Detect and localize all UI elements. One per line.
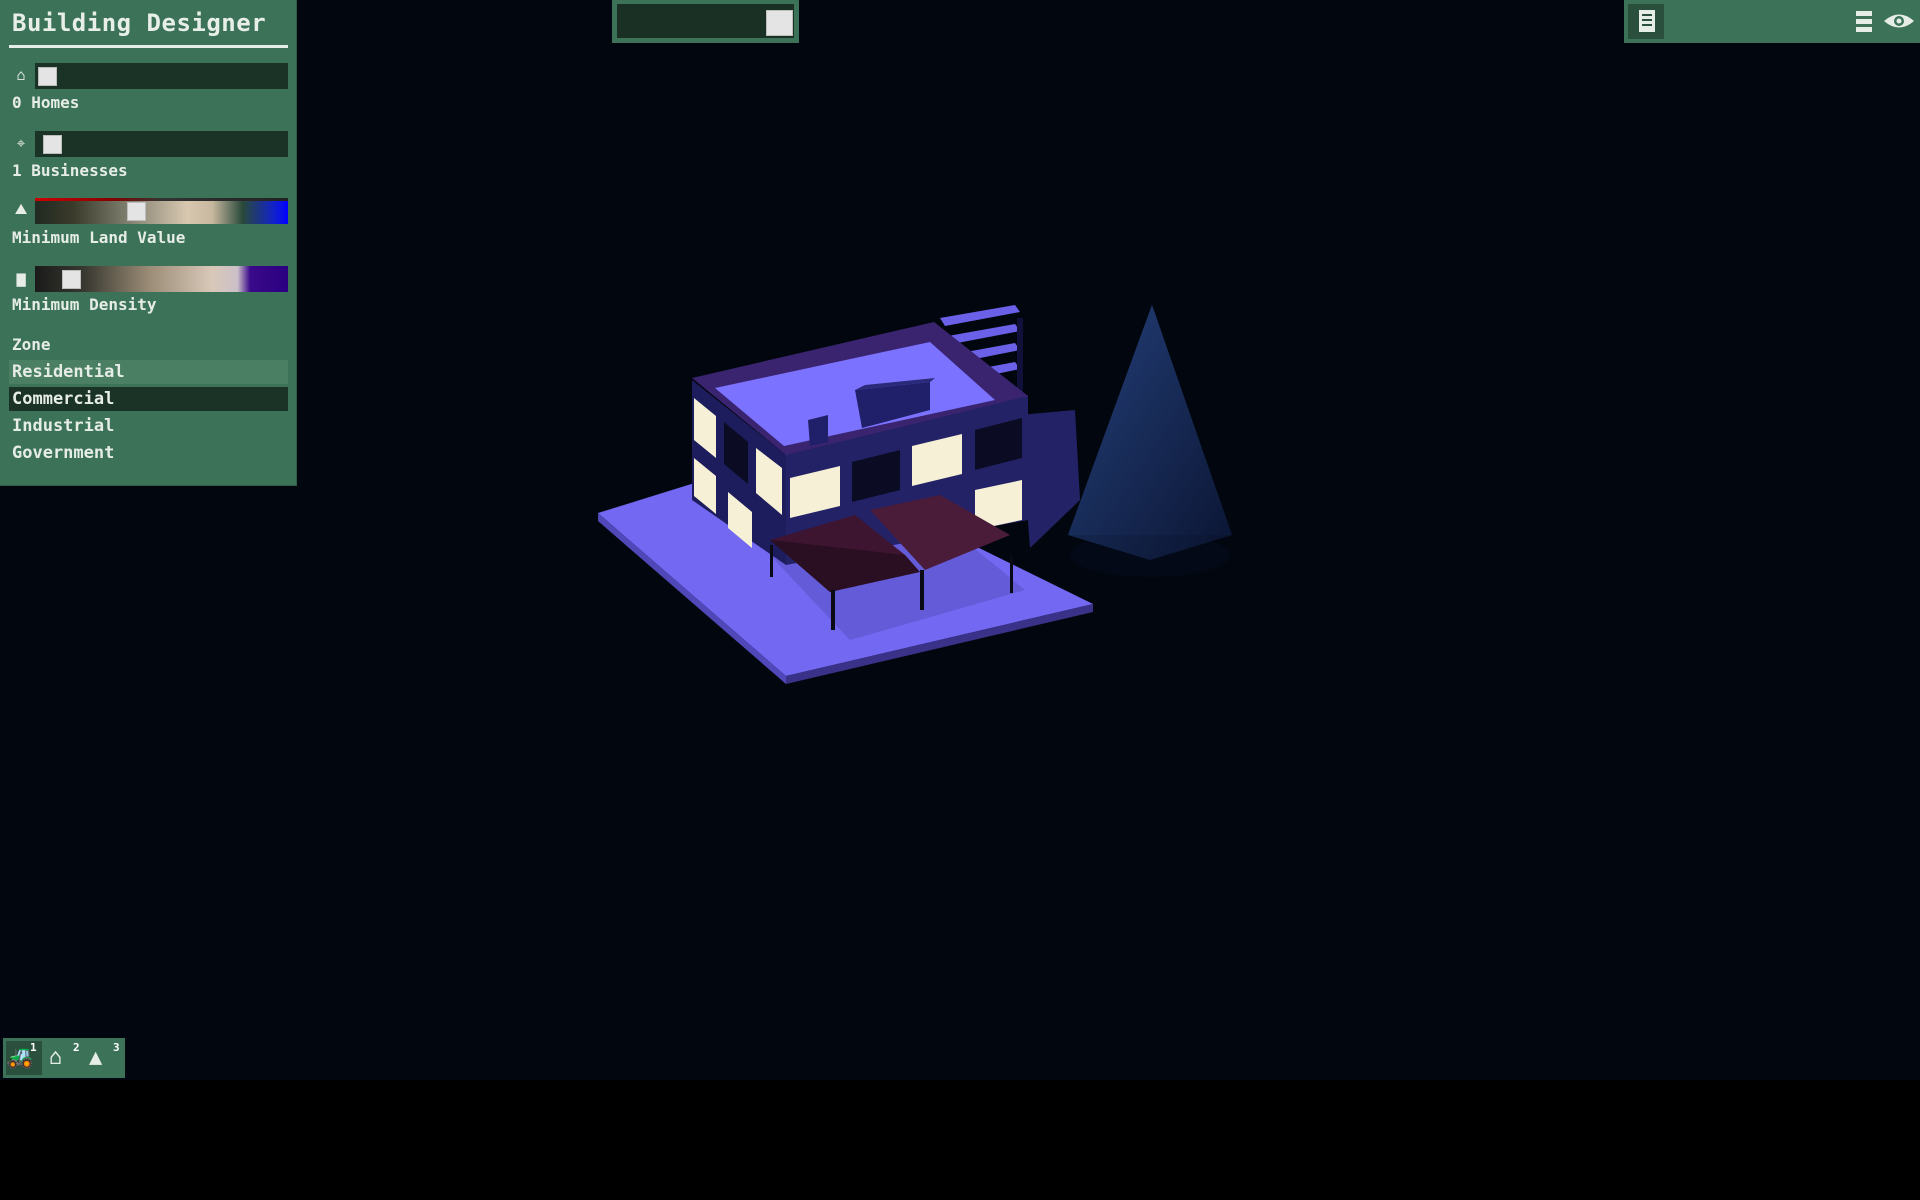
building-designer-panel: Building Designer ⌂ 0 Homes ⌖ 1 Business… <box>0 0 297 486</box>
house-tool-icon: ⌂ <box>49 1045 63 1070</box>
top-right-toolbar <box>1624 0 1920 43</box>
businesses-label: 1 Businesses <box>12 161 128 180</box>
house-icon: ⌂ <box>16 66 26 84</box>
eye-icon[interactable] <box>1882 8 1916 34</box>
tree-tool[interactable]: ▲ 3 <box>89 1041 125 1075</box>
bulldozer-tool[interactable]: 🚜 1 <box>6 1041 42 1075</box>
business-icon: ⌖ <box>16 134 26 152</box>
businesses-slider[interactable] <box>35 131 288 157</box>
time-speed-slider-knob[interactable] <box>766 10 793 36</box>
land-value-slider[interactable] <box>35 198 288 224</box>
land-value-icon: ⛰ <box>14 200 28 218</box>
homes-slider-knob[interactable] <box>38 67 57 86</box>
zone-heading: Zone <box>12 335 51 354</box>
zone-government[interactable]: Government <box>9 441 288 465</box>
house-tool[interactable]: ⌂ 2 <box>49 1041 85 1075</box>
hotkey-3: 3 <box>113 1041 120 1054</box>
time-speed-slider[interactable] <box>617 4 794 38</box>
zone-commercial[interactable]: Commercial <box>9 387 288 411</box>
zone-residential[interactable]: Residential <box>9 360 288 384</box>
panel-title: Building Designer <box>12 9 267 37</box>
hotkey-2: 2 <box>73 1041 80 1054</box>
bottom-black-bar <box>0 1080 1920 1200</box>
density-slider[interactable] <box>35 266 288 292</box>
menu-icon[interactable] <box>1853 8 1875 34</box>
land-value-slider-knob[interactable] <box>127 202 146 221</box>
businesses-slider-knob[interactable] <box>43 135 62 154</box>
homes-slider[interactable] <box>35 63 288 89</box>
density-icon: ▆ <box>16 269 26 287</box>
tool-toolbar: 🚜 1 ⌂ 2 ▲ 3 <box>3 1038 125 1078</box>
time-speed-panel <box>612 0 799 43</box>
density-slider-knob[interactable] <box>62 270 81 289</box>
title-divider <box>9 45 288 48</box>
homes-label: 0 Homes <box>12 93 80 112</box>
document-icon[interactable] <box>1628 4 1664 39</box>
zone-industrial[interactable]: Industrial <box>9 414 288 438</box>
density-label: Minimum Density <box>12 295 157 314</box>
hotkey-1: 1 <box>30 1041 37 1054</box>
land-value-label: Minimum Land Value <box>12 228 186 247</box>
tree-icon: ▲ <box>89 1045 103 1070</box>
tree <box>1068 305 1232 577</box>
